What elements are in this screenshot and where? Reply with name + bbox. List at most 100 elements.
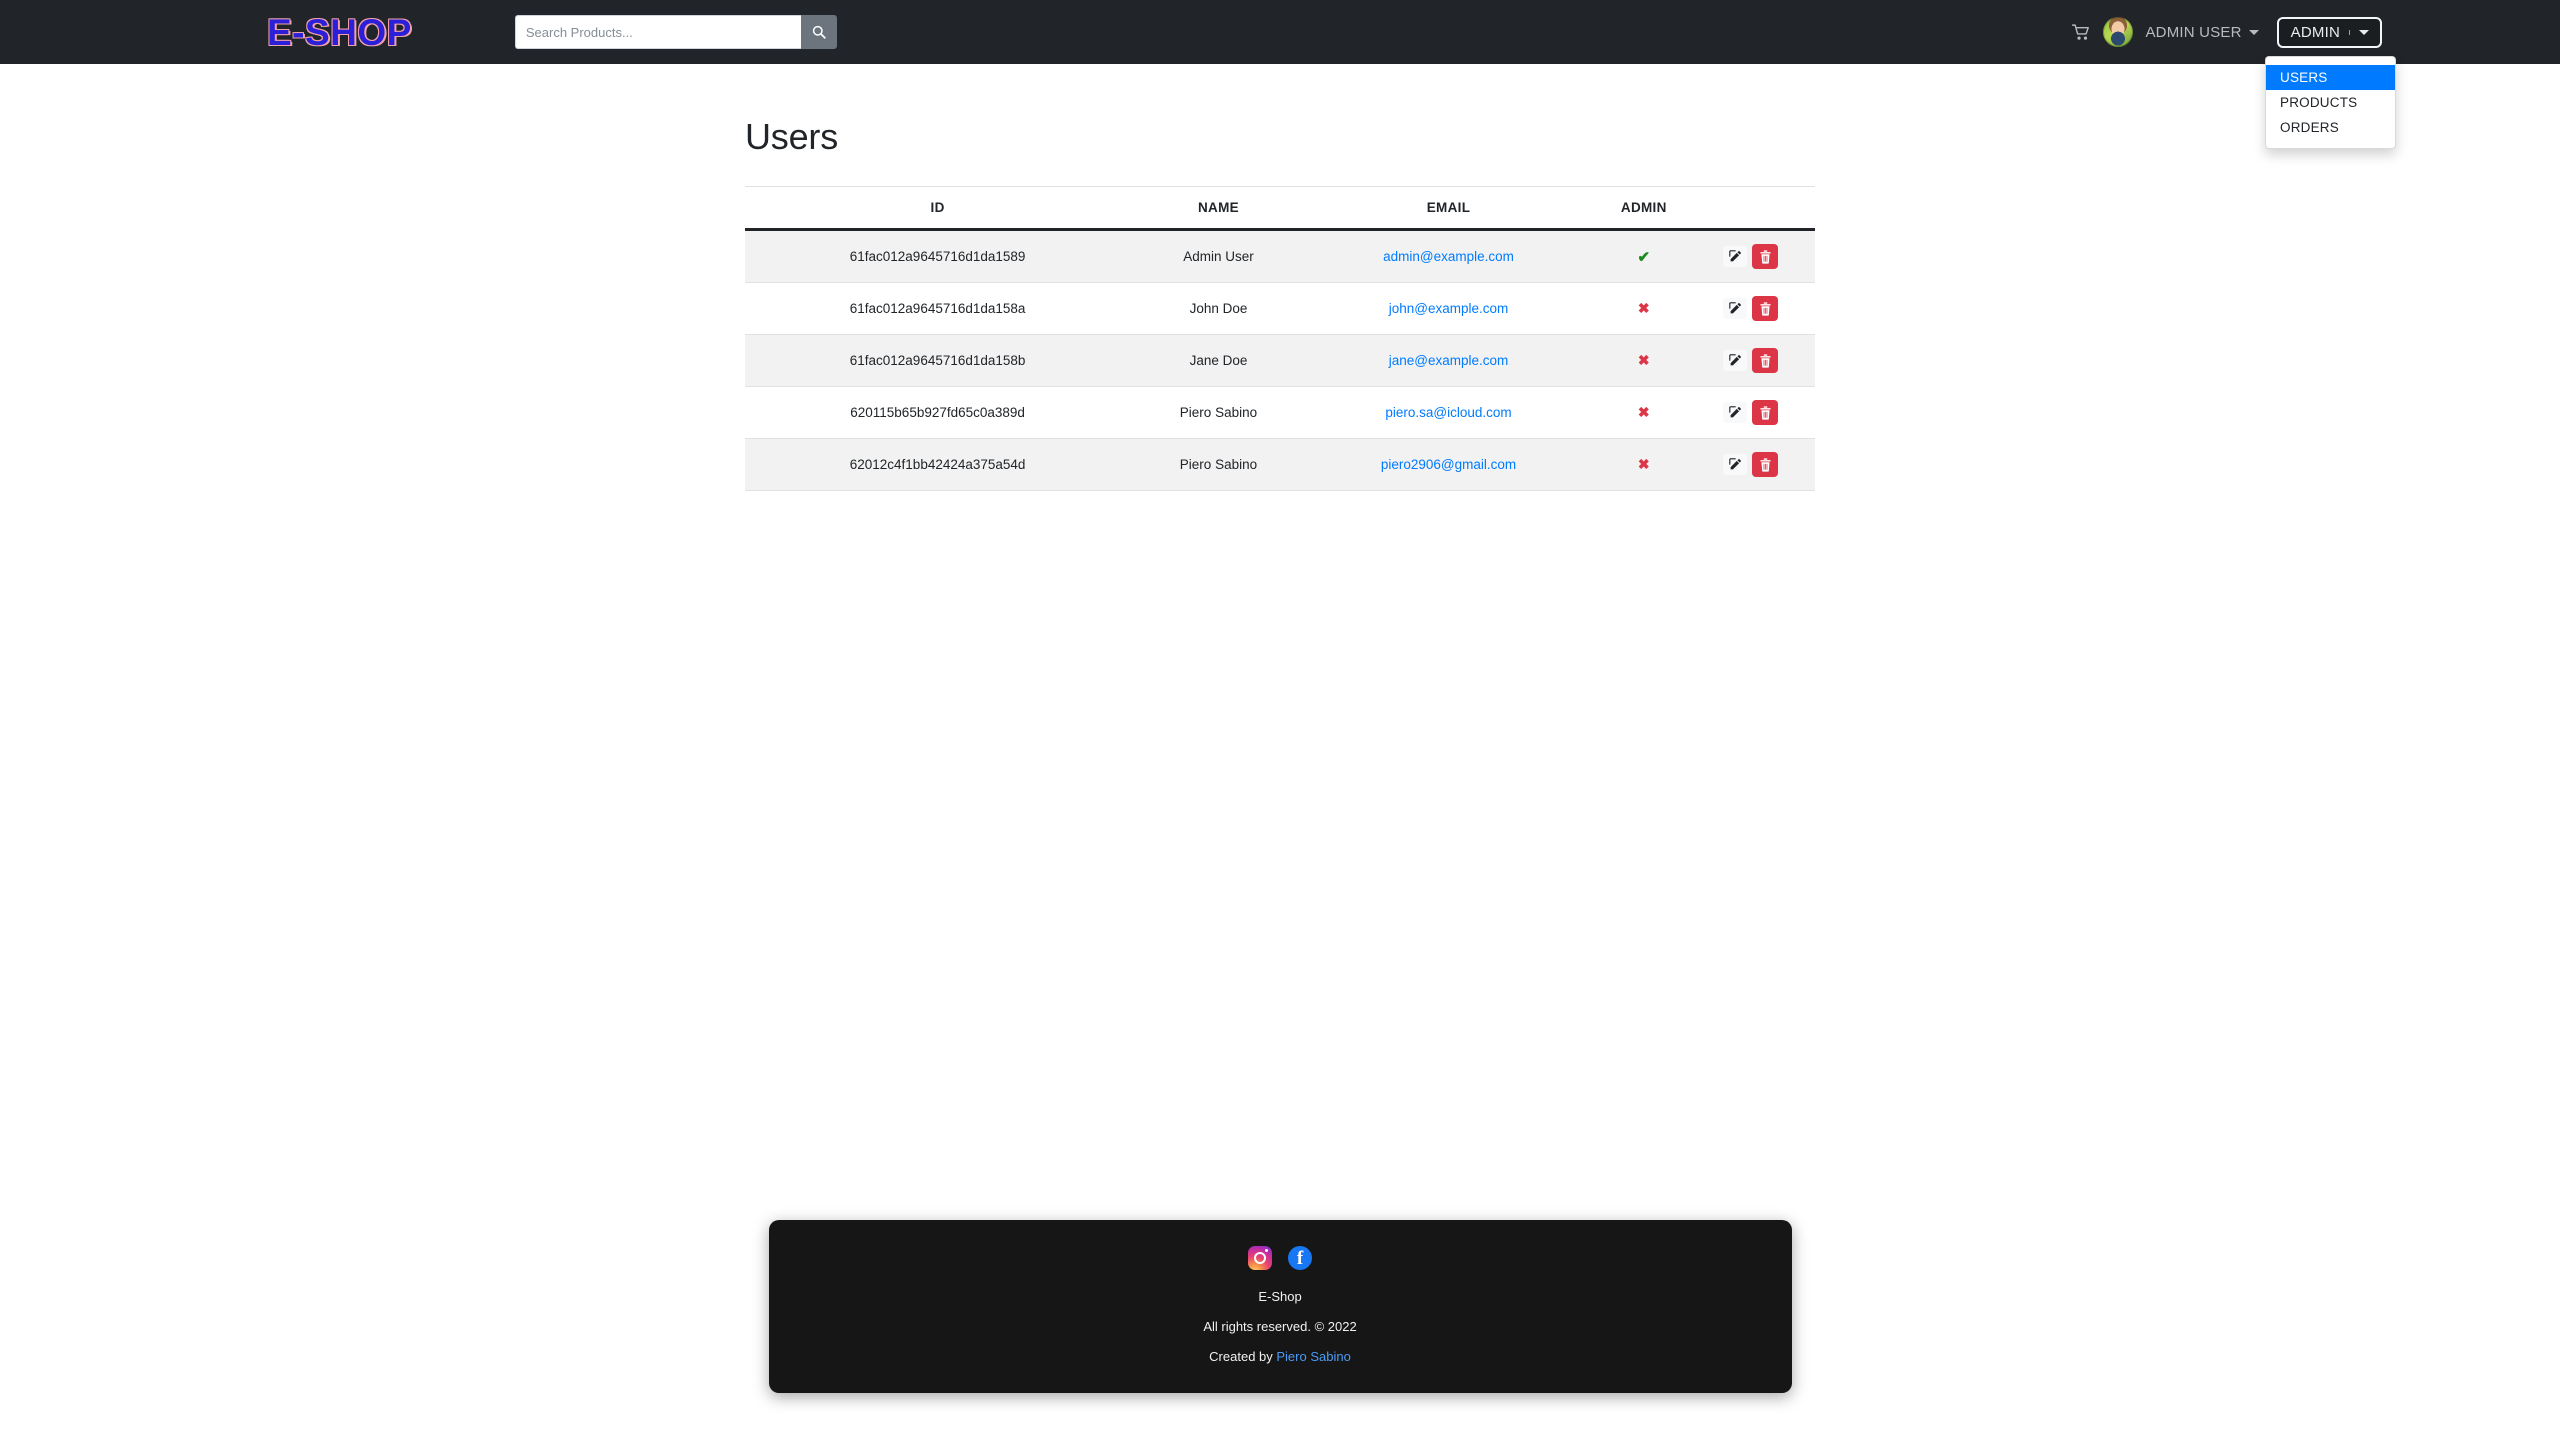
dropdown-item-products[interactable]: PRODUCTS bbox=[2266, 90, 2395, 115]
pencil-square-icon bbox=[1728, 458, 1741, 470]
instagram-icon[interactable] bbox=[1248, 1246, 1272, 1270]
edit-user-button[interactable] bbox=[1723, 350, 1747, 371]
edit-user-button[interactable] bbox=[1723, 402, 1747, 423]
admin-menu-toggle[interactable]: ADMIN bbox=[2276, 16, 2382, 48]
footer-brand: E-Shop bbox=[1258, 1289, 1302, 1304]
delete-user-button[interactable] bbox=[1752, 400, 1778, 425]
pencil-square-icon bbox=[1728, 406, 1741, 418]
chevron-down-icon bbox=[2359, 29, 2369, 35]
admin-no-icon: ✖ bbox=[1637, 352, 1650, 368]
cell-id: 61fac012a9645716d1da1589 bbox=[745, 229, 1131, 283]
cell-name: John Doe bbox=[1130, 282, 1307, 335]
cell-email: piero.sa@icloud.com bbox=[1306, 386, 1591, 439]
cell-id: 62012c4f1bb42424a375a54d bbox=[745, 438, 1131, 491]
table-head: ID NAME EMAIL ADMIN bbox=[745, 186, 1815, 231]
pencil-square-icon bbox=[1728, 354, 1741, 366]
dropdown-item-users[interactable]: USERS bbox=[2266, 65, 2395, 90]
footer-credit: Created by Piero Sabino bbox=[769, 1350, 1792, 1363]
column-header-email: EMAIL bbox=[1306, 186, 1591, 231]
users-table: ID NAME EMAIL ADMIN 61fac012a9645716d1da… bbox=[745, 186, 1815, 491]
user-menu-toggle[interactable]: ADMIN USER bbox=[2141, 24, 2262, 41]
cell-admin: ✖ bbox=[1590, 386, 1698, 439]
navbar-right: ADMIN USER ADMIN bbox=[2066, 0, 2382, 64]
cell-id: 61fac012a9645716d1da158b bbox=[745, 334, 1131, 387]
admin-no-icon: ✖ bbox=[1637, 300, 1650, 316]
trash-icon bbox=[1759, 249, 1771, 264]
delete-user-button[interactable] bbox=[1752, 452, 1778, 477]
shopping-cart-icon bbox=[2072, 23, 2090, 40]
footer-credit-prefix: Created by bbox=[1209, 1349, 1277, 1364]
search-icon bbox=[812, 25, 826, 39]
chevron-down-icon bbox=[2248, 29, 2259, 35]
column-header-actions bbox=[1697, 186, 1815, 231]
search-button[interactable] bbox=[800, 15, 837, 49]
cell-name: Piero Sabino bbox=[1130, 386, 1307, 439]
cell-email: admin@example.com bbox=[1306, 229, 1591, 283]
dropdown-item-orders[interactable]: ORDERS bbox=[2266, 115, 2395, 140]
instagram-glyph bbox=[1254, 1249, 1268, 1264]
search-input[interactable] bbox=[514, 15, 801, 49]
edit-user-button[interactable] bbox=[1723, 454, 1747, 475]
footer-credit-link[interactable]: Piero Sabino bbox=[1276, 1349, 1350, 1364]
cell-email: john@example.com bbox=[1306, 282, 1591, 335]
table-row: 620115b65b927fd65c0a389d Piero Sabino pier… bbox=[745, 386, 1815, 439]
edit-user-button[interactable] bbox=[1723, 246, 1747, 267]
cell-email: piero2906@gmail.com bbox=[1306, 438, 1591, 491]
cell-email: jane@example.com bbox=[1306, 334, 1591, 387]
user-menu-label: ADMIN USER bbox=[2145, 23, 2242, 41]
admin-no-icon: ✖ bbox=[1637, 404, 1650, 420]
cell-id: 620115b65b927fd65c0a389d bbox=[745, 386, 1131, 439]
navbar: E-SHOP ADMIN USER ADMIN bbox=[0, 0, 2560, 149]
cell-actions bbox=[1697, 386, 1815, 439]
cell-admin: ✖ bbox=[1590, 334, 1698, 387]
admin-no-icon: ✖ bbox=[1637, 456, 1650, 472]
delete-user-button[interactable] bbox=[1752, 244, 1778, 269]
search-form bbox=[514, 15, 837, 49]
cell-actions bbox=[1697, 229, 1815, 283]
edit-user-button[interactable] bbox=[1723, 298, 1747, 319]
cell-actions bbox=[1697, 282, 1815, 335]
table-row: 61fac012a9645716d1da158a John Doe john@exa… bbox=[745, 282, 1815, 335]
delete-user-button[interactable] bbox=[1752, 296, 1778, 321]
email-link[interactable]: piero2906@gmail.com bbox=[1381, 457, 1516, 472]
facebook-icon[interactable]: f bbox=[1288, 1246, 1312, 1270]
trash-icon bbox=[1759, 353, 1771, 368]
avatar bbox=[2103, 17, 2134, 47]
email-link[interactable]: piero.sa@icloud.com bbox=[1385, 405, 1511, 420]
table-body: 61fac012a9645716d1da1589 Admin User admin@… bbox=[745, 229, 1815, 491]
footer-wrapper: f E-Shop All rights reserved. © 2022 Cre… bbox=[0, 1220, 2560, 1393]
cell-admin: ✖ bbox=[1590, 438, 1698, 491]
table-header-row: ID NAME EMAIL ADMIN bbox=[745, 186, 1815, 231]
email-link[interactable]: admin@example.com bbox=[1383, 249, 1514, 264]
trash-icon bbox=[1759, 405, 1771, 420]
trash-icon bbox=[1759, 301, 1771, 316]
admin-dropdown-menu: USERS PRODUCTS ORDERS bbox=[2265, 56, 2396, 149]
trash-icon bbox=[1759, 457, 1771, 472]
admin-menu-label: ADMIN bbox=[2290, 23, 2340, 41]
page-title: Users bbox=[745, 116, 839, 157]
admin-caret-wrap bbox=[2349, 29, 2369, 35]
cell-actions bbox=[1697, 334, 1815, 387]
column-header-name: NAME bbox=[1130, 186, 1307, 231]
cell-name: Admin User bbox=[1130, 229, 1307, 283]
delete-user-button[interactable] bbox=[1752, 348, 1778, 373]
column-header-id: ID bbox=[745, 186, 1131, 231]
footer: f E-Shop All rights reserved. © 2022 Cre… bbox=[768, 1220, 1792, 1393]
table-row: 61fac012a9645716d1da1589 Admin User admin@… bbox=[745, 229, 1815, 283]
brand-logo[interactable]: E-SHOP bbox=[267, 14, 412, 51]
social-links: f bbox=[769, 1246, 1792, 1270]
cell-actions bbox=[1697, 438, 1815, 491]
cell-admin: ✔ bbox=[1590, 229, 1698, 283]
cart-link[interactable] bbox=[2066, 23, 2097, 41]
cell-admin: ✖ bbox=[1590, 282, 1698, 335]
pencil-square-icon bbox=[1728, 250, 1741, 262]
cell-name: Jane Doe bbox=[1130, 334, 1307, 387]
email-link[interactable]: john@example.com bbox=[1389, 301, 1509, 316]
email-link[interactable]: jane@example.com bbox=[1389, 353, 1509, 368]
footer-rights: All rights reserved. © 2022 bbox=[1203, 1319, 1357, 1334]
column-header-admin: ADMIN bbox=[1590, 186, 1698, 231]
content-container: Users ID NAME EMAIL ADMIN 61fac012a96457… bbox=[730, 116, 1830, 491]
table-row: 62012c4f1bb42424a375a54d Piero Sabino pier… bbox=[745, 438, 1815, 491]
cell-name: Piero Sabino bbox=[1130, 438, 1307, 491]
admin-yes-icon: ✔ bbox=[1637, 248, 1651, 266]
